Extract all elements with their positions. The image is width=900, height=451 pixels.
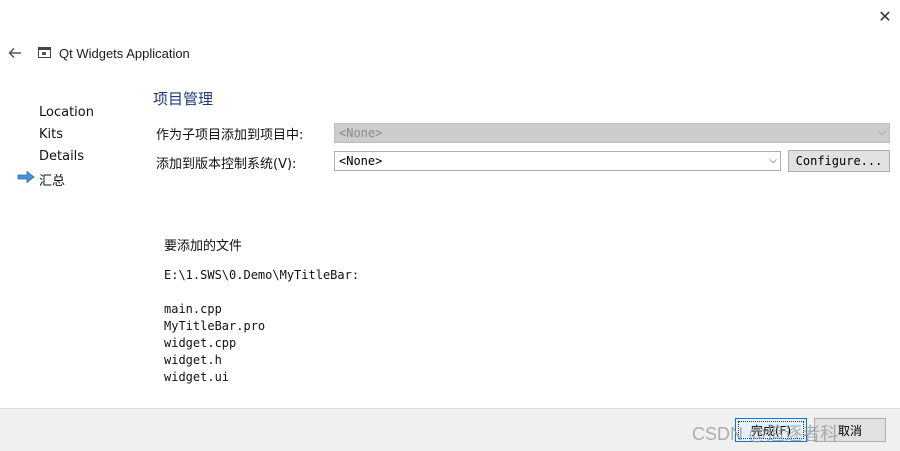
files-heading: 要添加的文件 — [164, 239, 243, 254]
list-item: main.cpp — [164, 302, 222, 316]
list-item: widget.ui — [164, 370, 230, 384]
vcs-value: <None> — [339, 154, 383, 168]
nav-item-summary[interactable]: 汇总 — [39, 170, 65, 189]
list-item: widget.cpp — [164, 336, 237, 350]
window-title: Qt Widgets Application — [59, 46, 190, 61]
close-icon[interactable]: ✕ — [870, 4, 900, 28]
configure-button[interactable]: Configure... — [788, 150, 890, 172]
nav-item-details[interactable]: Details — [39, 149, 84, 164]
add-as-subproject-label: 作为子项目添加到项目中: — [156, 128, 304, 143]
back-arrow-icon[interactable] — [4, 42, 26, 64]
finish-button[interactable]: 完成(F) — [735, 418, 807, 442]
chevron-down-icon: ⌵ — [878, 127, 886, 138]
list-item: MyTitleBar.pro — [164, 319, 266, 333]
cancel-button[interactable]: 取消 — [814, 418, 886, 442]
vcs-label: 添加到版本控制系统(V): — [156, 157, 297, 172]
app-window-icon — [38, 47, 51, 58]
add-as-subproject-value: <None> — [339, 126, 383, 140]
add-as-subproject-combo: <None> ⌵ — [334, 123, 890, 143]
page-title: 项目管理 — [153, 90, 214, 108]
vcs-combo[interactable]: <None> ⌵ — [334, 151, 781, 171]
chevron-down-icon: ⌵ — [769, 155, 777, 166]
list-item: widget.h — [164, 353, 222, 367]
files-list: main.cpp MyTitleBar.pro widget.cpp widge… — [164, 301, 265, 386]
arrow-right-icon — [17, 171, 35, 183]
nav-item-location[interactable]: Location — [39, 105, 94, 120]
nav-item-kits[interactable]: Kits — [39, 127, 63, 142]
files-path: E:\1.SWS\0.Demo\MyTitleBar: — [164, 268, 360, 282]
